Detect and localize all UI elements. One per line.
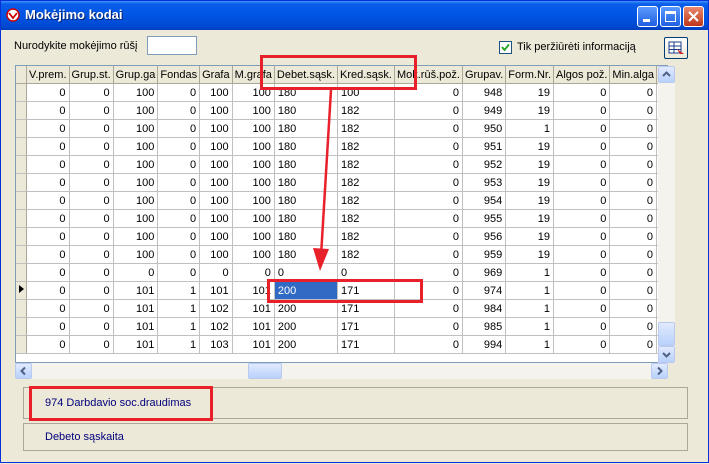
payment-codes-window: Mokėjimo kodai Nurodykite mokėjimo rūšį … (0, 0, 709, 463)
annotation-arrow (313, 89, 333, 271)
